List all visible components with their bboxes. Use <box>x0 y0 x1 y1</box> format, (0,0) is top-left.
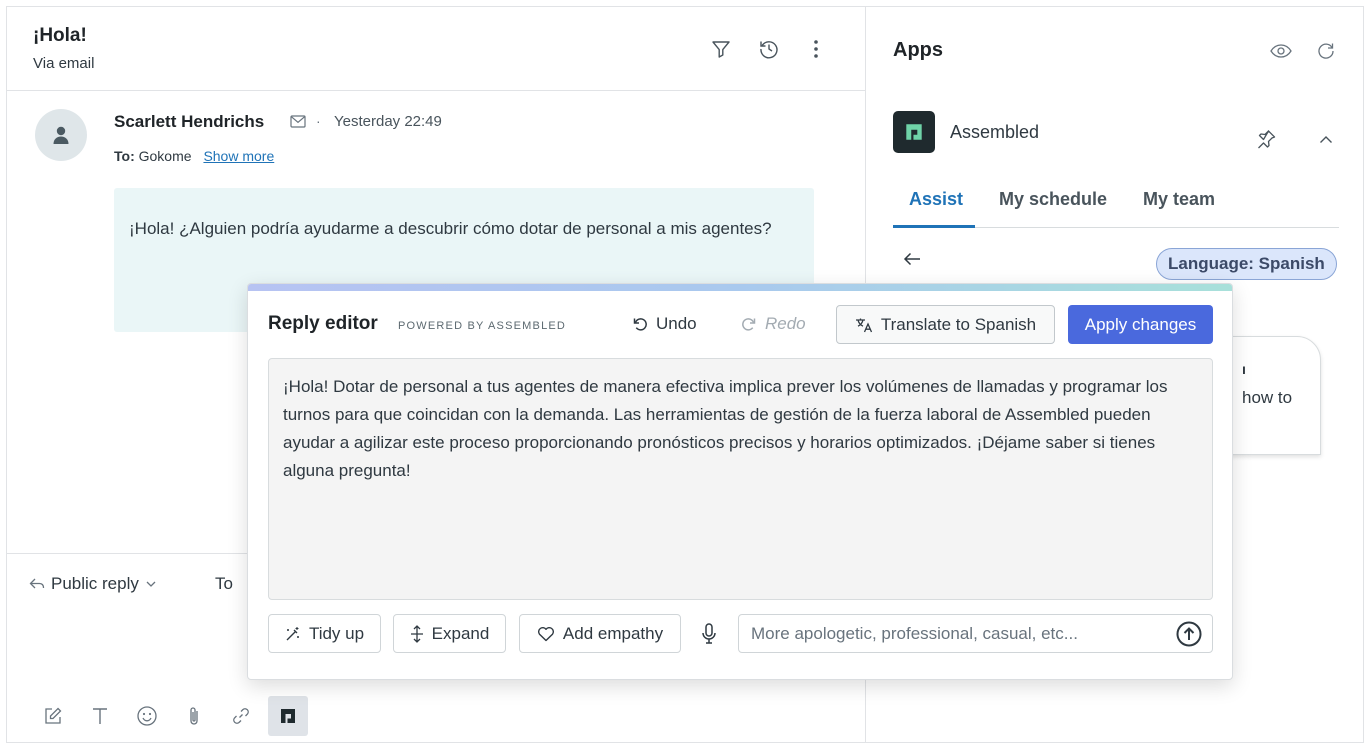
redo-button[interactable]: Redo <box>741 314 806 334</box>
apps-title: Apps <box>893 39 943 61</box>
composer-toolbar <box>33 696 315 736</box>
more-vertical-icon[interactable] <box>804 37 828 61</box>
apply-changes-button[interactable]: Apply changes <box>1068 305 1213 344</box>
back-arrow-icon[interactable] <box>903 252 921 266</box>
tidy-up-button[interactable]: Tidy up <box>268 614 381 653</box>
add-empathy-label: Add empathy <box>562 623 664 643</box>
microphone-icon[interactable] <box>696 621 722 647</box>
card-mark: ı <box>1242 361 1246 377</box>
redo-icon <box>742 318 756 331</box>
magic-wand-icon <box>286 626 299 640</box>
eye-icon[interactable] <box>1269 39 1293 63</box>
assembled-app-logo <box>893 111 935 153</box>
ticket-channel: Via email <box>33 55 95 72</box>
reply-to-label: To <box>215 574 233 593</box>
avatar <box>35 109 87 161</box>
tidy-up-label: Tidy up <box>308 623 365 643</box>
expand-button[interactable]: Expand <box>393 614 506 653</box>
recipient-line: To: Gokome Show more <box>114 148 274 164</box>
send-arrow-icon[interactable] <box>1175 620 1203 648</box>
editor-accent-bar <box>248 284 1232 291</box>
assist-card-text: how to <box>1242 388 1293 407</box>
emoji-icon[interactable] <box>127 696 167 736</box>
attachment-icon[interactable] <box>174 696 214 736</box>
expand-icon <box>410 624 423 643</box>
assist-card: ı how to <box>1219 336 1321 455</box>
heart-icon <box>537 626 554 641</box>
ticket-header: ¡Hola! Via email <box>7 7 866 91</box>
translate-label: Translate to Spanish <box>880 314 1037 334</box>
reply-arrow-icon <box>29 578 45 589</box>
undo-label: Undo <box>656 314 697 333</box>
app-tabs: Assist My schedule My team <box>893 185 1339 228</box>
redo-label: Redo <box>765 314 806 333</box>
filter-icon[interactable] <box>709 37 733 61</box>
pin-icon[interactable] <box>1254 127 1278 151</box>
email-icon <box>290 115 306 128</box>
recipient-name: Gokome <box>138 148 192 164</box>
add-empathy-button[interactable]: Add empathy <box>519 614 681 653</box>
chevron-up-icon[interactable] <box>1314 127 1338 151</box>
ticket-title: ¡Hola! <box>33 25 87 46</box>
message-timestamp: Yesterday 22:49 <box>334 113 442 130</box>
translate-button[interactable]: Translate to Spanish <box>836 305 1055 344</box>
language-badge: Language: Spanish <box>1156 248 1337 280</box>
user-icon <box>53 126 69 144</box>
link-icon[interactable] <box>221 696 261 736</box>
tab-my-team[interactable]: My team <box>1143 189 1215 210</box>
app-name: Assembled <box>950 122 1040 142</box>
editor-title: Reply editor <box>268 313 378 334</box>
refresh-icon[interactable] <box>1314 39 1338 63</box>
reply-editor-panel: Reply editor POWERED BY ASSEMBLED Undo R… <box>247 283 1233 680</box>
chevron-down-icon <box>146 581 156 587</box>
active-tab-indicator <box>893 225 975 228</box>
prompt-input[interactable] <box>739 615 1159 652</box>
reply-mode-dropdown[interactable]: Public reply <box>29 574 157 594</box>
powered-by-label: POWERED BY ASSEMBLED <box>398 320 567 332</box>
assembled-logo-icon[interactable] <box>268 696 308 736</box>
history-icon[interactable] <box>757 37 781 61</box>
message-body: ¡Hola! ¿Alguien podría ayudarme a descub… <box>129 219 772 238</box>
message-author: Scarlett Hendrichs <box>114 112 265 131</box>
undo-button[interactable]: Undo <box>632 314 697 334</box>
reply-mode-label: Public reply <box>51 574 139 593</box>
to-label: To: <box>114 148 135 164</box>
translate-icon <box>855 318 872 332</box>
separator: · <box>316 113 321 129</box>
prompt-input-wrapper <box>738 614 1213 653</box>
tab-my-schedule[interactable]: My schedule <box>999 189 1107 210</box>
tab-assist[interactable]: Assist <box>909 189 963 210</box>
draft-textarea[interactable] <box>268 358 1213 600</box>
expand-label: Expand <box>431 623 490 643</box>
compose-icon[interactable] <box>33 696 73 736</box>
text-format-icon[interactable] <box>80 696 120 736</box>
show-more-link[interactable]: Show more <box>203 148 274 164</box>
undo-icon <box>633 318 647 331</box>
